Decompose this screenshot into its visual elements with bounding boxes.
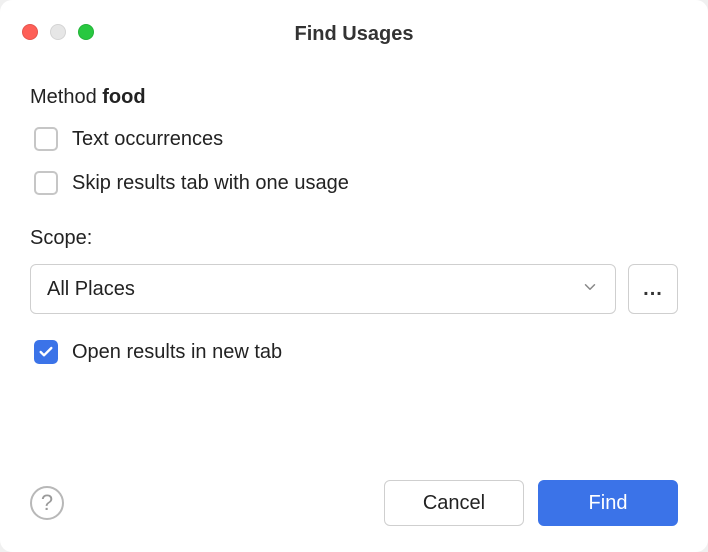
skip-results-checkbox[interactable] xyxy=(34,171,58,195)
open-new-tab-row[interactable]: Open results in new tab xyxy=(34,340,678,364)
text-occurrences-row[interactable]: Text occurrences xyxy=(34,127,678,151)
scope-value: All Places xyxy=(47,278,135,301)
help-icon: ? xyxy=(41,490,53,516)
method-name: food xyxy=(102,86,145,108)
scope-select[interactable]: All Places xyxy=(30,264,616,314)
find-button[interactable]: Find xyxy=(538,480,678,526)
minimize-window-icon xyxy=(50,24,66,40)
text-occurrences-label: Text occurrences xyxy=(72,128,223,151)
scope-row: All Places ... xyxy=(30,264,678,314)
open-new-tab-label: Open results in new tab xyxy=(72,341,282,364)
method-heading: Method food xyxy=(30,86,678,109)
titlebar: Find Usages xyxy=(0,0,708,50)
scope-more-button[interactable]: ... xyxy=(628,264,678,314)
skip-results-label: Skip results tab with one usage xyxy=(72,172,349,195)
dialog-title: Find Usages xyxy=(0,23,708,46)
cancel-button[interactable]: Cancel xyxy=(384,480,524,526)
find-usages-dialog: Find Usages Method food Text occurrences… xyxy=(0,0,708,552)
dialog-footer: ? Cancel Find xyxy=(0,480,708,552)
dialog-content: Method food Text occurrences Skip result… xyxy=(0,50,708,480)
method-prefix: Method xyxy=(30,86,102,108)
help-button[interactable]: ? xyxy=(30,486,64,520)
skip-results-row[interactable]: Skip results tab with one usage xyxy=(34,171,678,195)
window-controls xyxy=(22,24,94,40)
text-occurrences-checkbox[interactable] xyxy=(34,127,58,151)
scope-label: Scope: xyxy=(30,227,678,250)
open-new-tab-checkbox[interactable] xyxy=(34,340,58,364)
footer-buttons: Cancel Find xyxy=(384,480,678,526)
maximize-window-icon[interactable] xyxy=(78,24,94,40)
close-window-icon[interactable] xyxy=(22,24,38,40)
chevron-down-icon xyxy=(581,278,599,301)
